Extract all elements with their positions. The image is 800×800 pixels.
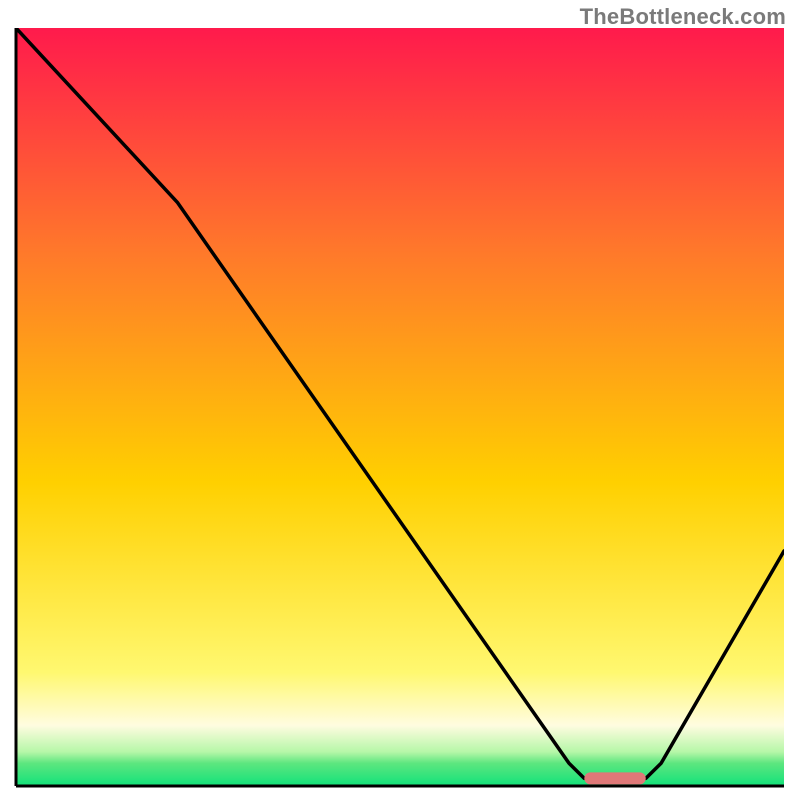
- watermark-text: TheBottleneck.com: [580, 4, 786, 30]
- gradient-background: [16, 28, 784, 786]
- chart-container: TheBottleneck.com: [0, 0, 800, 800]
- bottleneck-plot: [0, 0, 800, 800]
- target-pill: [584, 772, 645, 784]
